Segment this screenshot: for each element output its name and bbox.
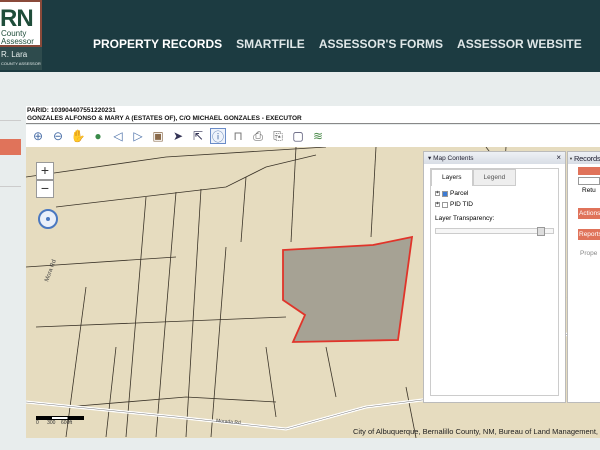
checkbox[interactable] (442, 190, 448, 197)
tab-layers[interactable]: Layers (431, 169, 473, 186)
zoom-box-icon[interactable]: ▢ (290, 128, 306, 144)
layer-label: PID TID (450, 201, 473, 208)
slider-thumb[interactable] (537, 227, 545, 236)
zoom-out-icon[interactable]: ⊖ (50, 128, 66, 144)
nav-smartfile[interactable]: SMARTFILE (236, 37, 305, 51)
layer-pid-tid[interactable]: + PID TID (435, 201, 558, 208)
panel-title: Map Contents (433, 155, 474, 162)
nav-assessors-forms[interactable]: ASSESSOR'S FORMS (319, 37, 443, 51)
left-sidebar-button[interactable] (0, 139, 21, 155)
transparency-label: Layer Transparency: (435, 215, 495, 222)
collapse-triangle-icon[interactable]: ▼ (569, 156, 573, 161)
property-label: Prope (580, 250, 598, 257)
assessor-logo[interactable]: RN County Assessor R. Lara COUNTY ASSESSOR (0, 0, 42, 70)
select-arrow-icon[interactable]: ➤ (170, 128, 186, 144)
print-icon[interactable]: ⎙ (250, 128, 266, 144)
map-contents-panel: ▾ Map Contents × Layers Legend + Parcel + PI… (423, 151, 566, 403)
expand-icon[interactable]: + (435, 202, 440, 207)
scale-label: 0 (36, 420, 39, 426)
records-button[interactable] (578, 167, 600, 175)
checkbox[interactable] (442, 201, 448, 208)
return-link[interactable]: Retu (582, 187, 600, 194)
records-input[interactable] (578, 177, 600, 185)
print-preview-icon[interactable]: ⎘ (270, 128, 286, 144)
close-icon[interactable]: × (556, 153, 561, 162)
transparency-slider[interactable] (435, 227, 554, 236)
globe-icon[interactable]: ● (90, 128, 106, 144)
main-nav: PROPERTY RECORDS SMARTFILE ASSESSOR'S FO… (93, 37, 582, 51)
records-panel: ▼ Records Retu Actions Reports Prope (567, 151, 600, 403)
divider (0, 186, 21, 187)
road-label: Mora Rd (44, 259, 58, 283)
layer-label: Parcel (450, 190, 469, 197)
map-toolbar: ⊕ ⊖ ✋ ● ◁ ▷ ▣ ➤ ⇱ ⓘ ⊓ ⎙ ⎘ ▢ ≋ (26, 125, 600, 147)
back-arrow-icon[interactable]: ◁ (110, 128, 126, 144)
measure-icon[interactable]: ⊓ (230, 128, 246, 144)
forward-arrow-icon[interactable]: ▷ (130, 128, 146, 144)
nav-property-records[interactable]: PROPERTY RECORDS (93, 37, 222, 51)
locate-icon[interactable] (38, 209, 58, 229)
pan-hand-icon[interactable]: ✋ (70, 128, 86, 144)
logo-sub: COUNTY ASSESSOR (1, 61, 41, 66)
nav-assessor-website[interactable]: ASSESSOR WEBSITE (457, 37, 582, 51)
expand-icon[interactable]: + (435, 191, 440, 196)
identify-icon[interactable]: ⓘ (210, 128, 226, 144)
logo-name: R. Lara (1, 50, 28, 59)
selected-parcel[interactable] (282, 235, 414, 343)
parcel-info: PARID: 103904407551220231 GONZALES ALFON… (26, 106, 600, 124)
scale-bar: 0 300 600ft (36, 416, 84, 426)
reports-button[interactable]: Reports (578, 229, 600, 240)
owner-name: GONZALES ALFONSO & MARY A (ESTATES OF), … (27, 115, 302, 122)
scale-label: 600ft (61, 420, 73, 426)
scale-label: 300 (47, 420, 56, 426)
panel-title: Records (573, 154, 600, 163)
zoom-out-button[interactable]: − (36, 180, 54, 198)
select-by-icon[interactable]: ⇱ (190, 128, 206, 144)
road-label: Morada Rd (216, 418, 241, 426)
actions-button[interactable]: Actions (578, 208, 600, 219)
layers-icon[interactable]: ≋ (310, 128, 326, 144)
parid: PARID: 103904407551220231 (27, 107, 116, 114)
tab-legend[interactable]: Legend (472, 169, 517, 186)
layer-parcel[interactable]: + Parcel (435, 190, 558, 197)
logo-line2: Assessor (1, 37, 34, 46)
zoom-in-button[interactable]: + (36, 162, 54, 180)
map-attribution: City of Albuquerque, Bernalillo County, … (352, 427, 598, 436)
site-header: RN County Assessor R. Lara COUNTY ASSESSOR… (0, 0, 600, 72)
zoom-in-icon[interactable]: ⊕ (30, 128, 46, 144)
divider (0, 120, 21, 121)
map-icon[interactable]: ▣ (150, 128, 166, 144)
